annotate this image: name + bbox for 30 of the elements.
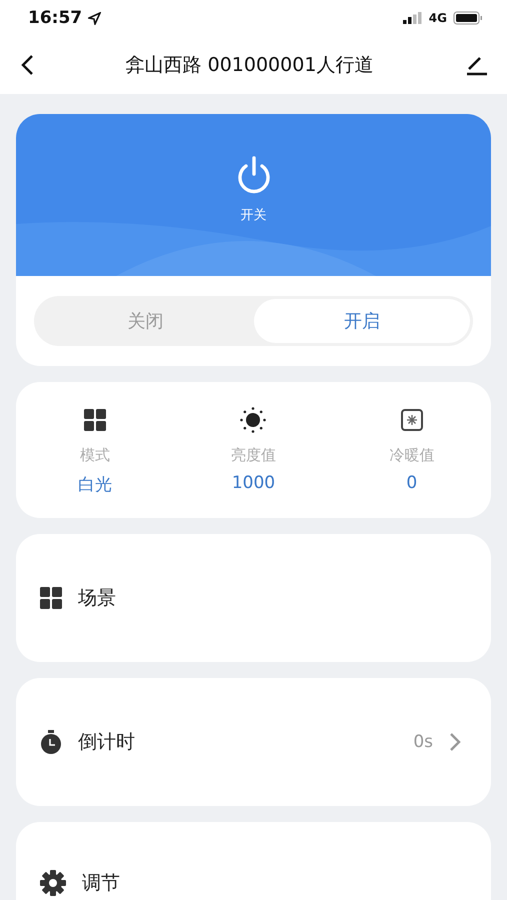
battery-icon bbox=[453, 11, 483, 25]
page-title: 弇山西路 001000001人行道 bbox=[126, 53, 374, 78]
feature-card[interactable]: 倒计时 0s bbox=[16, 678, 491, 806]
power-option[interactable]: 开启 bbox=[254, 299, 470, 343]
location-icon bbox=[88, 12, 102, 24]
feature-card[interactable]: 调节 bbox=[16, 822, 491, 900]
stat-value: 0 bbox=[406, 473, 418, 493]
sun-icon bbox=[240, 407, 266, 433]
grid-icon bbox=[84, 409, 106, 431]
feature-label: 倒计时 bbox=[78, 730, 136, 755]
status-time: 16:57 bbox=[28, 8, 82, 28]
timer-icon bbox=[40, 730, 62, 754]
feature-label: 调节 bbox=[82, 871, 121, 896]
stat-label: 亮度值 bbox=[230, 446, 276, 465]
stat-value: 白光 bbox=[78, 474, 112, 496]
power-label: 开关 bbox=[240, 207, 266, 224]
network-label: 4G bbox=[428, 11, 447, 25]
grid-icon bbox=[40, 587, 62, 609]
stat-value: 1000 bbox=[232, 473, 276, 493]
settings-icon bbox=[40, 870, 66, 896]
feature-label: 场景 bbox=[78, 586, 117, 611]
chevron-icon bbox=[449, 732, 461, 752]
back-button[interactable] bbox=[20, 54, 34, 76]
feature-card[interactable]: 场景 bbox=[16, 534, 491, 662]
edit-button[interactable] bbox=[465, 54, 487, 76]
feature-value: 0s bbox=[413, 732, 433, 752]
signal-icon bbox=[402, 12, 423, 24]
thermostat-icon bbox=[400, 409, 423, 431]
stat-label: 模式 bbox=[80, 446, 110, 465]
stat-label: 冷暖值 bbox=[389, 446, 434, 465]
